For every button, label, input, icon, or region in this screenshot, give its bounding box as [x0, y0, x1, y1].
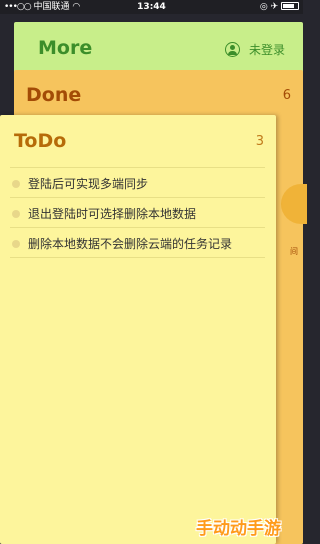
- brand-watermark: 手动动手游: [196, 519, 281, 539]
- bullet-icon: [12, 210, 20, 218]
- more-title: More: [38, 37, 93, 59]
- todo-item[interactable]: 删除本地数据不会删除云端的任务记录: [10, 227, 265, 258]
- status-right: ◎ ✈: [260, 0, 299, 14]
- user-icon[interactable]: [225, 42, 240, 57]
- todo-item-text: 登陆后可实现多端同步: [28, 177, 149, 191]
- login-button[interactable]: 未登录: [249, 41, 285, 58]
- done-title: Done: [26, 84, 82, 106]
- peek-button[interactable]: [281, 184, 307, 224]
- todo-item-text: 删除本地数据不会删除云端的任务记录: [28, 237, 233, 251]
- status-icons: ◎ ✈: [259, 2, 279, 12]
- battery-icon: [281, 2, 299, 10]
- todo-item[interactable]: 退出登陆时可选择删除本地数据: [10, 197, 265, 227]
- status-time: 13:44: [137, 2, 166, 12]
- todo-list: 登陆后可实现多端同步 退出登陆时可选择删除本地数据 删除本地数据不会删除云端的任…: [10, 167, 265, 258]
- bullet-icon: [12, 180, 20, 188]
- todo-card[interactable]: ToDo 3 登陆后可实现多端同步 退出登陆时可选择删除本地数据 删除本地数据不…: [0, 115, 276, 544]
- done-count: 6: [282, 88, 291, 103]
- status-bar: •••○○ 中国联通 ◠ 13:44 ◎ ✈: [0, 0, 303, 14]
- todo-item[interactable]: 登陆后可实现多端同步: [10, 167, 265, 197]
- peek-label: 间: [290, 247, 298, 256]
- todo-count: 3: [255, 134, 264, 149]
- bullet-icon: [12, 240, 20, 248]
- todo-title: ToDo: [14, 130, 67, 152]
- todo-item-text: 退出登陆时可选择删除本地数据: [28, 207, 197, 221]
